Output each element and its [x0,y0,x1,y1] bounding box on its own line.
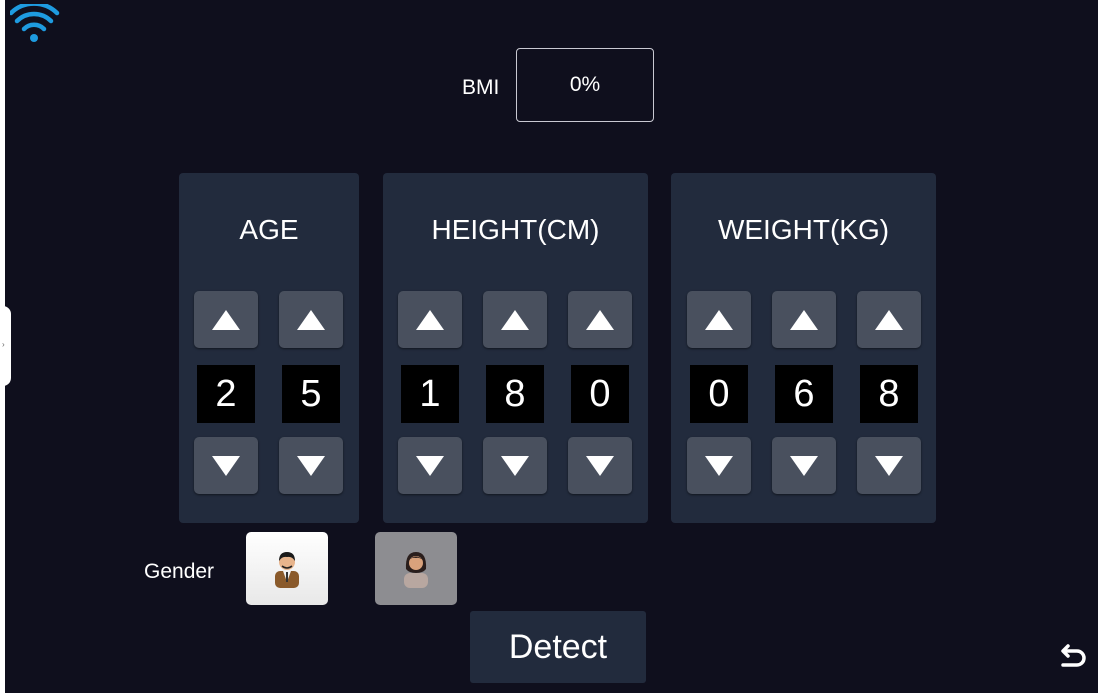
height-digit-1-down-button[interactable] [398,437,462,494]
male-avatar-icon [275,551,299,588]
gender-female-button[interactable] [375,532,457,605]
height-digit-1-up-button[interactable] [398,291,462,348]
female-avatar-icon [404,551,428,588]
age-digit-2-down-button[interactable] [279,437,343,494]
back-arrow-icon[interactable] [1055,641,1089,675]
arrow-up-icon [297,309,325,330]
arrow-down-icon [705,455,733,476]
arrow-down-icon [501,455,529,476]
side-drawer-handle[interactable]: › [0,306,11,386]
height-digit-1: 1 [401,365,459,423]
weight-digit-3-up-button[interactable] [857,291,921,348]
arrow-down-icon [875,455,903,476]
arrow-up-icon [705,309,733,330]
age-digit-2: 5 [282,365,340,423]
arrow-up-icon [212,309,240,330]
arrow-up-icon [790,309,818,330]
arrow-up-icon [875,309,903,330]
height-digit-3: 0 [571,365,629,423]
height-digit-3-down-button[interactable] [568,437,632,494]
weight-digit-1-up-button[interactable] [687,291,751,348]
age-digit-2-up-button[interactable] [279,291,343,348]
age-digit-1-down-button[interactable] [194,437,258,494]
height-digit-2-down-button[interactable] [483,437,547,494]
height-title: HEIGHT(CM) [431,214,600,245]
weight-digit-2-up-button[interactable] [772,291,836,348]
arrow-up-icon [586,309,614,330]
gender-label: Gender [144,560,215,583]
arrow-down-icon [297,455,325,476]
weight-digit-3-down-button[interactable] [857,437,921,494]
detect-button[interactable]: Detect [470,611,646,683]
arrow-up-icon [416,309,444,330]
arrow-down-icon [212,455,240,476]
height-digit-2-up-button[interactable] [483,291,547,348]
age-title: AGE [239,214,299,245]
arrow-down-icon [790,455,818,476]
chevron-right-icon: › [2,340,5,349]
height-digit-3-up-button[interactable] [568,291,632,348]
bmi-value: 0% [516,48,654,122]
gender-male-button[interactable] [246,532,328,605]
weight-digit-2-down-button[interactable] [772,437,836,494]
weight-digit-3: 8 [860,365,918,423]
arrow-up-icon [501,309,529,330]
height-digit-2: 8 [486,365,544,423]
age-digit-1-up-button[interactable] [194,291,258,348]
wifi-icon [10,4,60,42]
age-digit-1: 2 [197,365,255,423]
weight-digit-1-down-button[interactable] [687,437,751,494]
weight-digit-1: 0 [690,365,748,423]
arrow-down-icon [416,455,444,476]
arrow-down-icon [586,455,614,476]
weight-digit-2: 6 [775,365,833,423]
weight-title: WEIGHT(KG) [717,214,890,245]
bmi-label: BMI [462,76,500,99]
